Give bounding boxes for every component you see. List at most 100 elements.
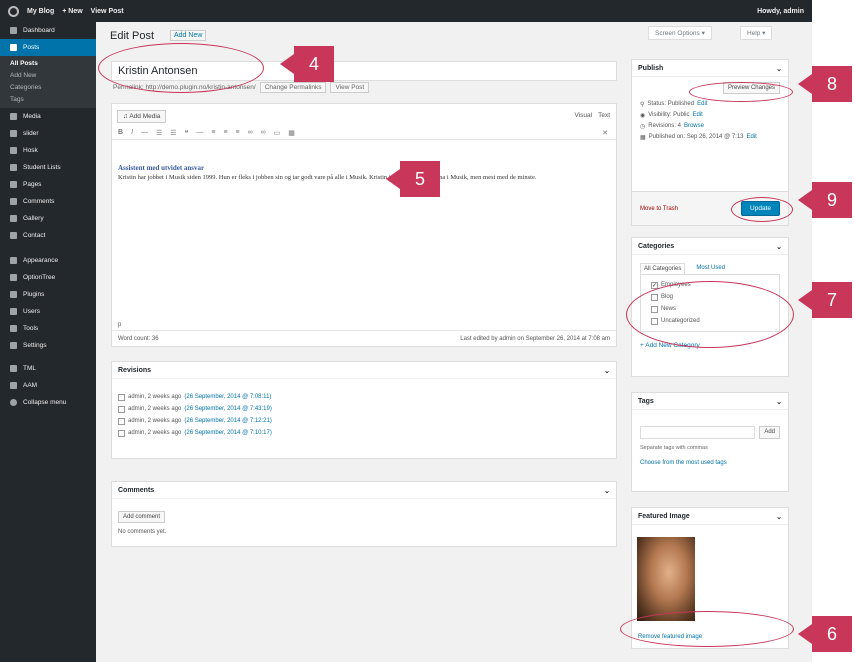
content-body[interactable]: Kristin har jobbet i Musik siden 1999. H… — [118, 174, 612, 182]
fullscreen-icon[interactable]: ✕ — [602, 129, 608, 137]
howdy-account[interactable]: Howdy, admin — [757, 8, 804, 15]
menu-pages[interactable]: Pages — [0, 176, 96, 193]
categories-header[interactable]: Categories ⌄ — [632, 238, 788, 255]
menu-plugins[interactable]: Plugins — [0, 286, 96, 303]
unlink-icon[interactable]: ∞ — [261, 129, 266, 136]
browse-revisions-link[interactable]: Browse — [684, 123, 704, 130]
revision-checkbox[interactable] — [118, 405, 125, 413]
revision-row[interactable]: admin, 2 weeks ago (26 September, 2014 @ … — [112, 415, 616, 427]
revision-link[interactable]: (26 September, 2014 @ 7:10:17) — [184, 430, 271, 436]
revision-checkbox[interactable] — [118, 393, 125, 401]
revision-link[interactable]: (26 September, 2014 @ 7:12:21) — [184, 418, 271, 424]
revision-link[interactable]: (26 September, 2014 @ 7:43:19) — [184, 406, 271, 412]
submenu-add-new[interactable]: Add New — [0, 70, 96, 82]
revision-link[interactable]: (26 September, 2014 @ 7:08:11) — [184, 394, 271, 400]
revision-checkbox[interactable] — [118, 429, 125, 437]
wordpress-logo-icon[interactable] — [8, 5, 19, 17]
menu-posts[interactable]: Posts — [0, 39, 96, 56]
pin-icon — [10, 215, 17, 222]
toggle-icon[interactable]: ⌄ — [776, 243, 782, 251]
toggle-icon[interactable]: ⌄ — [776, 65, 782, 73]
toggle-icon[interactable]: ⌄ — [604, 487, 610, 495]
submenu-tags[interactable]: Tags — [0, 94, 96, 106]
move-to-trash-link[interactable]: Move to Trash — [640, 206, 678, 212]
revisions-header[interactable]: Revisions ⌄ — [112, 362, 616, 379]
menu-label: Media — [23, 113, 41, 120]
toggle-icon[interactable]: ⌄ — [776, 398, 782, 406]
revision-checkbox[interactable] — [118, 417, 125, 425]
strikethrough-icon[interactable]: — — [141, 129, 148, 136]
change-permalinks-button[interactable]: Change Permalinks — [259, 82, 327, 93]
settings-icon — [10, 342, 17, 349]
callout-arrow — [280, 54, 294, 74]
menu-comments[interactable]: Comments — [0, 193, 96, 210]
italic-icon[interactable]: I — [131, 129, 133, 136]
publish-header[interactable]: Publish ⌄ — [632, 60, 788, 77]
menu-tml[interactable]: TML — [0, 360, 96, 377]
align-center-icon[interactable]: ≡ — [223, 129, 227, 136]
published-on-row: ▦ Published on: Sep 26, 2014 @ 7:13 Edit — [632, 132, 788, 143]
content-heading[interactable]: Assistent med utvidet ansvar — [118, 164, 204, 172]
visibility-row: ◉ Visibility: Public Edit — [632, 110, 788, 121]
comments-header[interactable]: Comments ⌄ — [112, 482, 616, 499]
revision-row[interactable]: admin, 2 weeks ago (26 September, 2014 @ … — [112, 403, 616, 415]
blockquote-icon[interactable]: ❝ — [185, 129, 189, 137]
menu-optiontree[interactable]: OptionTree — [0, 269, 96, 286]
menu-dashboard[interactable]: Dashboard — [0, 22, 96, 39]
link-icon[interactable]: ∞ — [248, 129, 253, 136]
horizontal-line-icon[interactable]: — — [196, 129, 203, 136]
toggle-icon[interactable]: ⌄ — [776, 513, 782, 521]
edit-visibility-link[interactable]: Edit — [693, 112, 703, 119]
align-left-icon[interactable]: ≡ — [211, 129, 215, 136]
revision-row[interactable]: admin, 2 weeks ago (26 September, 2014 @ … — [112, 427, 616, 439]
tab-visual[interactable]: Visual — [574, 112, 592, 119]
toggle-icon[interactable]: ⌄ — [604, 367, 610, 375]
numbered-list-icon[interactable]: ☰ — [170, 129, 176, 137]
add-new-button[interactable]: Add New — [170, 30, 207, 41]
menu-tools[interactable]: Tools — [0, 320, 96, 337]
menu-media[interactable]: Media — [0, 108, 96, 125]
menu-slider[interactable]: slider — [0, 125, 96, 142]
help-button[interactable]: Help ▾ — [740, 26, 773, 40]
menu-aam[interactable]: AAM — [0, 377, 96, 394]
tab-most-used[interactable]: Most Used — [693, 263, 728, 274]
revision-row[interactable]: admin, 2 weeks ago (26 September, 2014 @ … — [112, 391, 616, 403]
edit-status-link[interactable]: Edit — [697, 101, 707, 108]
edit-date-link[interactable]: Edit — [747, 134, 757, 141]
menu-contact[interactable]: Contact — [0, 227, 96, 244]
new-link[interactable]: + New — [62, 8, 82, 15]
submenu-all-posts[interactable]: All Posts — [0, 58, 96, 70]
menu-users[interactable]: Users — [0, 303, 96, 320]
view-post-button[interactable]: View Post — [330, 82, 370, 93]
screen-options-button[interactable]: Screen Options ▾ — [648, 26, 712, 40]
callout-ellipse-categories — [626, 281, 794, 348]
tag-input[interactable] — [640, 426, 756, 439]
menu-label: Users — [23, 308, 40, 315]
toolbar-toggle-icon[interactable]: ▦ — [288, 129, 295, 137]
menu-label: TML — [23, 365, 36, 372]
menu-hosk[interactable]: Hosk — [0, 142, 96, 159]
bullet-list-icon[interactable]: ☰ — [156, 129, 162, 137]
add-comment-button[interactable]: Add comment — [118, 511, 166, 523]
menu-appearance[interactable]: Appearance — [0, 252, 96, 269]
tab-text[interactable]: Text — [598, 112, 610, 119]
add-tag-button[interactable]: Add — [759, 426, 780, 439]
revision-author: admin, 2 weeks ago — [128, 406, 182, 412]
menu-collapse[interactable]: Collapse menu — [0, 394, 96, 411]
choose-tags-link[interactable]: Choose from the most used tags — [632, 451, 788, 466]
add-media-button[interactable]: ♫ Add Media — [117, 110, 167, 123]
tags-header[interactable]: Tags ⌄ — [632, 393, 788, 410]
menu-settings[interactable]: Settings — [0, 337, 96, 354]
featured-image-thumbnail[interactable] — [637, 537, 695, 621]
site-name-link[interactable]: My Blog — [27, 8, 54, 15]
menu-student-lists[interactable]: Student Lists — [0, 159, 96, 176]
tab-all-categories[interactable]: All Categories — [640, 263, 686, 274]
align-right-icon[interactable]: ≡ — [236, 129, 240, 136]
submenu-categories[interactable]: Categories — [0, 82, 96, 94]
featured-image-header[interactable]: Featured Image ⌄ — [632, 508, 788, 525]
more-tag-icon[interactable]: ▭ — [274, 129, 281, 137]
clock-icon: ◷ — [640, 124, 646, 130]
bold-icon[interactable]: B — [118, 129, 123, 136]
view-post-link[interactable]: View Post — [91, 8, 124, 15]
menu-gallery[interactable]: Gallery — [0, 210, 96, 227]
